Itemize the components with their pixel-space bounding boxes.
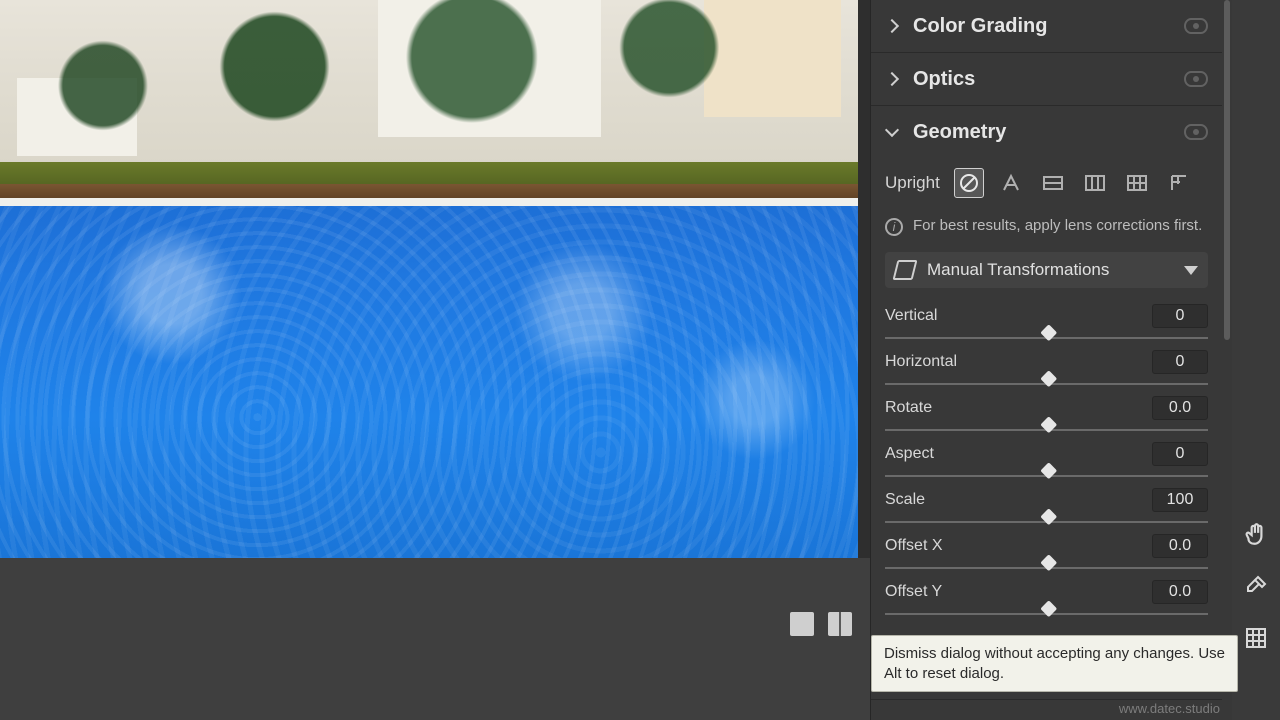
upright-off-button[interactable]: [954, 168, 984, 198]
manual-transformations-title: Manual Transformations: [927, 260, 1172, 280]
slider-vertical: Vertical 0: [885, 304, 1208, 346]
hand-tool[interactable]: [1242, 520, 1270, 548]
upright-vertical-button[interactable]: [1080, 168, 1110, 198]
upright-label: Upright: [885, 173, 940, 193]
slider-label: Offset Y: [885, 583, 942, 601]
slider-value-input[interactable]: 0: [1152, 304, 1208, 328]
visibility-toggle-icon[interactable]: [1184, 124, 1208, 140]
slider-offset-x: Offset X 0.0: [885, 534, 1208, 576]
section-title: Color Grading: [913, 15, 1170, 38]
geometry-info-note: i For best results, apply lens correctio…: [885, 216, 1208, 236]
slider-track[interactable]: [885, 514, 1208, 530]
dropdown-caret-icon[interactable]: [1184, 266, 1198, 275]
eyedropper-tool[interactable]: [1242, 572, 1270, 600]
photo-content: [0, 0, 858, 558]
upright-auto-button[interactable]: [996, 168, 1026, 198]
slider-value-input[interactable]: 0.0: [1152, 396, 1208, 420]
cancel-button-tooltip: Dismiss dialog without accepting any cha…: [871, 635, 1238, 692]
slider-value-input[interactable]: 0.0: [1152, 534, 1208, 558]
section-geometry[interactable]: Geometry: [885, 106, 1208, 158]
chevron-right-icon: [885, 72, 899, 86]
view-before-after-button[interactable]: [828, 612, 852, 636]
info-text: For best results, apply lens corrections…: [913, 216, 1202, 236]
watermark-url: www.datec.studio: [1119, 701, 1220, 716]
slider-rotate: Rotate 0.0: [885, 396, 1208, 438]
image-viewport: [0, 0, 870, 720]
section-title: Geometry: [913, 121, 1170, 144]
slider-horizontal: Horizontal 0: [885, 350, 1208, 392]
manual-transformations-header[interactable]: Manual Transformations: [885, 252, 1208, 288]
viewport-footer: [0, 558, 870, 720]
upright-level-button[interactable]: [1038, 168, 1068, 198]
right-toolbar: [1232, 0, 1280, 720]
section-color-grading[interactable]: Color Grading: [885, 0, 1208, 52]
grid-tool[interactable]: [1242, 624, 1270, 652]
visibility-toggle-icon[interactable]: [1184, 71, 1208, 87]
slider-value-input[interactable]: 0: [1152, 442, 1208, 466]
slider-label: Scale: [885, 491, 925, 509]
slider-value-input[interactable]: 0.0: [1152, 580, 1208, 604]
section-optics[interactable]: Optics: [885, 53, 1208, 105]
visibility-toggle-icon[interactable]: [1184, 18, 1208, 34]
slider-label: Horizontal: [885, 353, 957, 371]
chevron-right-icon: [885, 19, 899, 33]
slider-track[interactable]: [885, 330, 1208, 346]
adjustments-panel: Color Grading Optics Geometry: [870, 0, 1232, 720]
info-icon: i: [885, 218, 903, 236]
slider-value-input[interactable]: 0: [1152, 350, 1208, 374]
upright-full-button[interactable]: [1122, 168, 1152, 198]
slider-aspect: Aspect 0: [885, 442, 1208, 484]
slider-label: Aspect: [885, 445, 934, 463]
slider-track[interactable]: [885, 606, 1208, 622]
slider-track[interactable]: [885, 376, 1208, 392]
transform-icon: [893, 260, 918, 280]
slider-track[interactable]: [885, 468, 1208, 484]
view-single-button[interactable]: [790, 612, 814, 636]
upright-guided-button[interactable]: [1164, 168, 1194, 198]
preview-image[interactable]: [0, 0, 870, 558]
slider-offset-y: Offset Y 0.0: [885, 580, 1208, 622]
slider-track[interactable]: [885, 560, 1208, 576]
slider-value-input[interactable]: 100: [1152, 488, 1208, 512]
slider-scale: Scale 100: [885, 488, 1208, 530]
upright-mode-row: Upright: [885, 168, 1208, 198]
section-title: Optics: [913, 68, 1170, 91]
slider-label: Vertical: [885, 307, 937, 325]
chevron-down-icon: [885, 125, 899, 139]
slider-label: Offset X: [885, 537, 943, 555]
slider-label: Rotate: [885, 399, 932, 417]
slider-track[interactable]: [885, 422, 1208, 438]
